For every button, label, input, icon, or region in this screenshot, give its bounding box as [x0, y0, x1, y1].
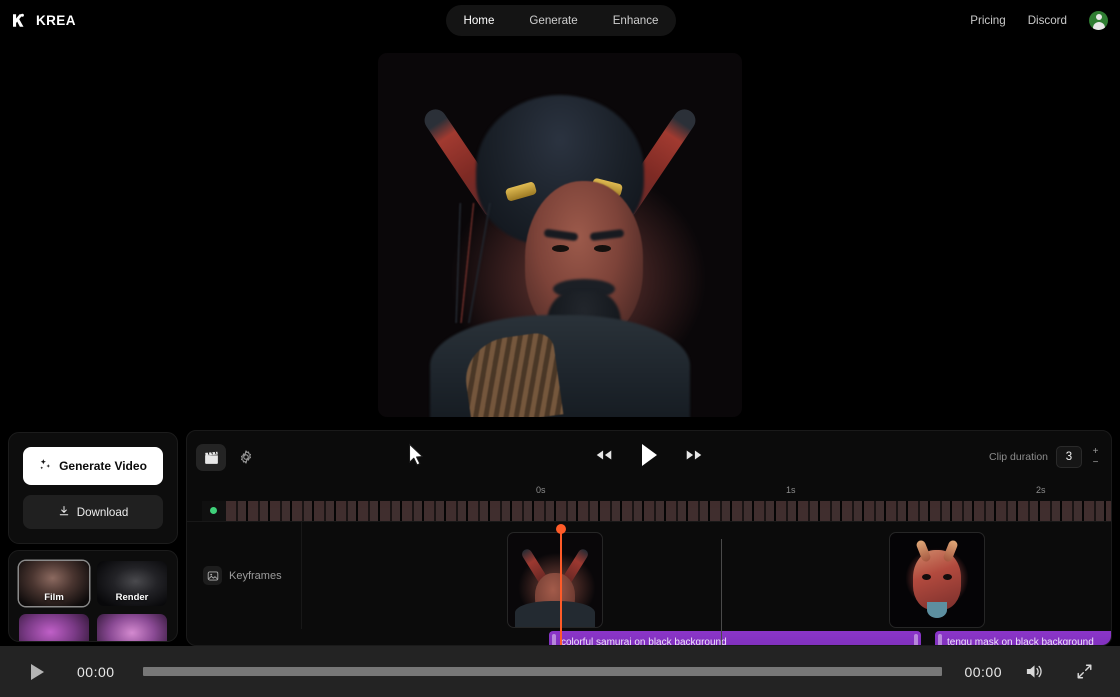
- timeline-playhead[interactable]: [560, 529, 562, 646]
- preview-detail: [552, 245, 569, 252]
- krea-logo-icon: [10, 12, 27, 29]
- timeline-tracks: Keyframes: [187, 521, 1111, 646]
- clapperboard-icon[interactable]: [196, 444, 226, 471]
- ruler-tick-1s: 1s: [786, 485, 796, 495]
- clip-handle-left[interactable]: [552, 634, 556, 646]
- filmstrip-frames: [226, 501, 1111, 521]
- clip-duration-control: Clip duration 3 + −: [989, 431, 1101, 483]
- ruler-tick-0s: 0s: [536, 485, 546, 495]
- keyframe-thumbnail-2[interactable]: [889, 532, 985, 628]
- ruler-tick-2s: 2s: [1036, 485, 1046, 495]
- thumb-detail: [913, 550, 961, 610]
- thumb-detail: [942, 539, 959, 563]
- keyframe-thumbnail-1[interactable]: [507, 532, 603, 628]
- preview-detail: [440, 203, 500, 323]
- prompt-clip-text: colorful samurai on black background: [549, 637, 727, 647]
- app-root: KREA Home Generate Enhance Pricing Disco…: [0, 0, 1120, 697]
- mouse-cursor-icon: [408, 443, 425, 472]
- clip-handle-right[interactable]: [914, 634, 918, 646]
- clip-duration-increment[interactable]: +: [1090, 447, 1101, 456]
- thumb-detail: [915, 539, 932, 563]
- header-actions: Pricing Discord: [970, 0, 1108, 40]
- player-current-time: 00:00: [77, 664, 115, 680]
- generate-video-button[interactable]: Generate Video: [23, 447, 163, 485]
- keyframes-track-label: Keyframes: [229, 570, 282, 582]
- thumb-detail: [943, 574, 952, 580]
- nav-item-generate[interactable]: Generate: [519, 10, 587, 31]
- image-icon: [203, 566, 222, 585]
- track-header: Keyframes: [187, 522, 302, 629]
- nav-item-enhance[interactable]: Enhance: [603, 10, 669, 31]
- bottom-video-player: 00:00 00:00: [0, 646, 1120, 697]
- prompt-clip-2[interactable]: tengu mask on black background: [935, 631, 1112, 646]
- download-button[interactable]: Download: [23, 495, 163, 529]
- style-card-4[interactable]: [97, 614, 167, 642]
- nav-item-home[interactable]: Home: [453, 10, 504, 31]
- style-presets-panel: Film Render: [8, 550, 178, 642]
- left-sidebar: Generate Video Download Film Render: [8, 432, 178, 642]
- timeline-ruler[interactable]: 0s 1s 2s: [202, 483, 1109, 501]
- preview-detail: [594, 245, 611, 252]
- sidebar-actions-panel: Generate Video Download: [8, 432, 178, 544]
- player-play-icon[interactable]: [28, 662, 47, 682]
- generate-video-label: Generate Video: [59, 459, 147, 473]
- track-status-dot: [210, 507, 217, 514]
- play-icon[interactable]: [638, 442, 660, 473]
- prompt-clips-row: colorful samurai on black background ten…: [302, 631, 1111, 646]
- transport-controls: [187, 431, 1111, 483]
- preview-image[interactable]: [378, 53, 742, 417]
- thumb-detail: [922, 574, 931, 580]
- clip-handle-left[interactable]: [938, 634, 942, 646]
- player-progress-bar[interactable]: [143, 667, 943, 676]
- brand-name: KREA: [36, 13, 76, 28]
- style-card-film[interactable]: Film: [19, 561, 89, 606]
- player-total-time: 00:00: [964, 664, 1002, 680]
- prompt-clip-text: tengu mask on black background: [935, 637, 1094, 647]
- fast-forward-icon[interactable]: [684, 448, 704, 467]
- keyframes-track-body[interactable]: [302, 522, 1111, 629]
- prompt-clip-1[interactable]: colorful samurai on black background: [549, 631, 921, 646]
- download-label: Download: [77, 506, 129, 519]
- thumb-detail: [927, 602, 947, 618]
- timeline-tool-group: [196, 444, 261, 471]
- style-card-label: Render: [97, 592, 167, 603]
- timeline-panel: Clip duration 3 + − 0s 1s 2s: [186, 430, 1112, 646]
- discord-link[interactable]: Discord: [1028, 14, 1067, 27]
- pricing-link[interactable]: Pricing: [970, 14, 1005, 27]
- clip-duration-decrement[interactable]: −: [1090, 458, 1101, 467]
- main-nav: Home Generate Enhance: [446, 5, 676, 36]
- clip-duration-label: Clip duration: [989, 451, 1048, 463]
- fullscreen-icon[interactable]: [1075, 662, 1094, 681]
- timeline-toolbar: Clip duration 3 + −: [187, 431, 1111, 483]
- style-card-label: Film: [19, 592, 89, 603]
- sparkle-icon: [39, 458, 52, 474]
- style-card-3[interactable]: [19, 614, 89, 642]
- keyframes-track: Keyframes: [187, 521, 1111, 629]
- clip-duration-steppers: + −: [1090, 447, 1101, 467]
- download-icon: [58, 505, 70, 520]
- brand[interactable]: KREA: [10, 12, 76, 29]
- user-avatar-icon[interactable]: [1089, 11, 1108, 30]
- top-header: KREA Home Generate Enhance Pricing Disco…: [0, 0, 1120, 40]
- seek-indicator: [721, 539, 722, 646]
- playhead-handle[interactable]: [556, 524, 566, 534]
- gear-icon[interactable]: [231, 444, 261, 471]
- preview-area: [0, 40, 1120, 423]
- style-card-render[interactable]: Render: [97, 561, 167, 606]
- volume-icon[interactable]: [1024, 662, 1045, 681]
- timeline-filmstrip[interactable]: [202, 501, 1111, 521]
- thumb-detail: [515, 601, 595, 627]
- rewind-icon[interactable]: [594, 448, 614, 467]
- clip-duration-value[interactable]: 3: [1056, 446, 1082, 468]
